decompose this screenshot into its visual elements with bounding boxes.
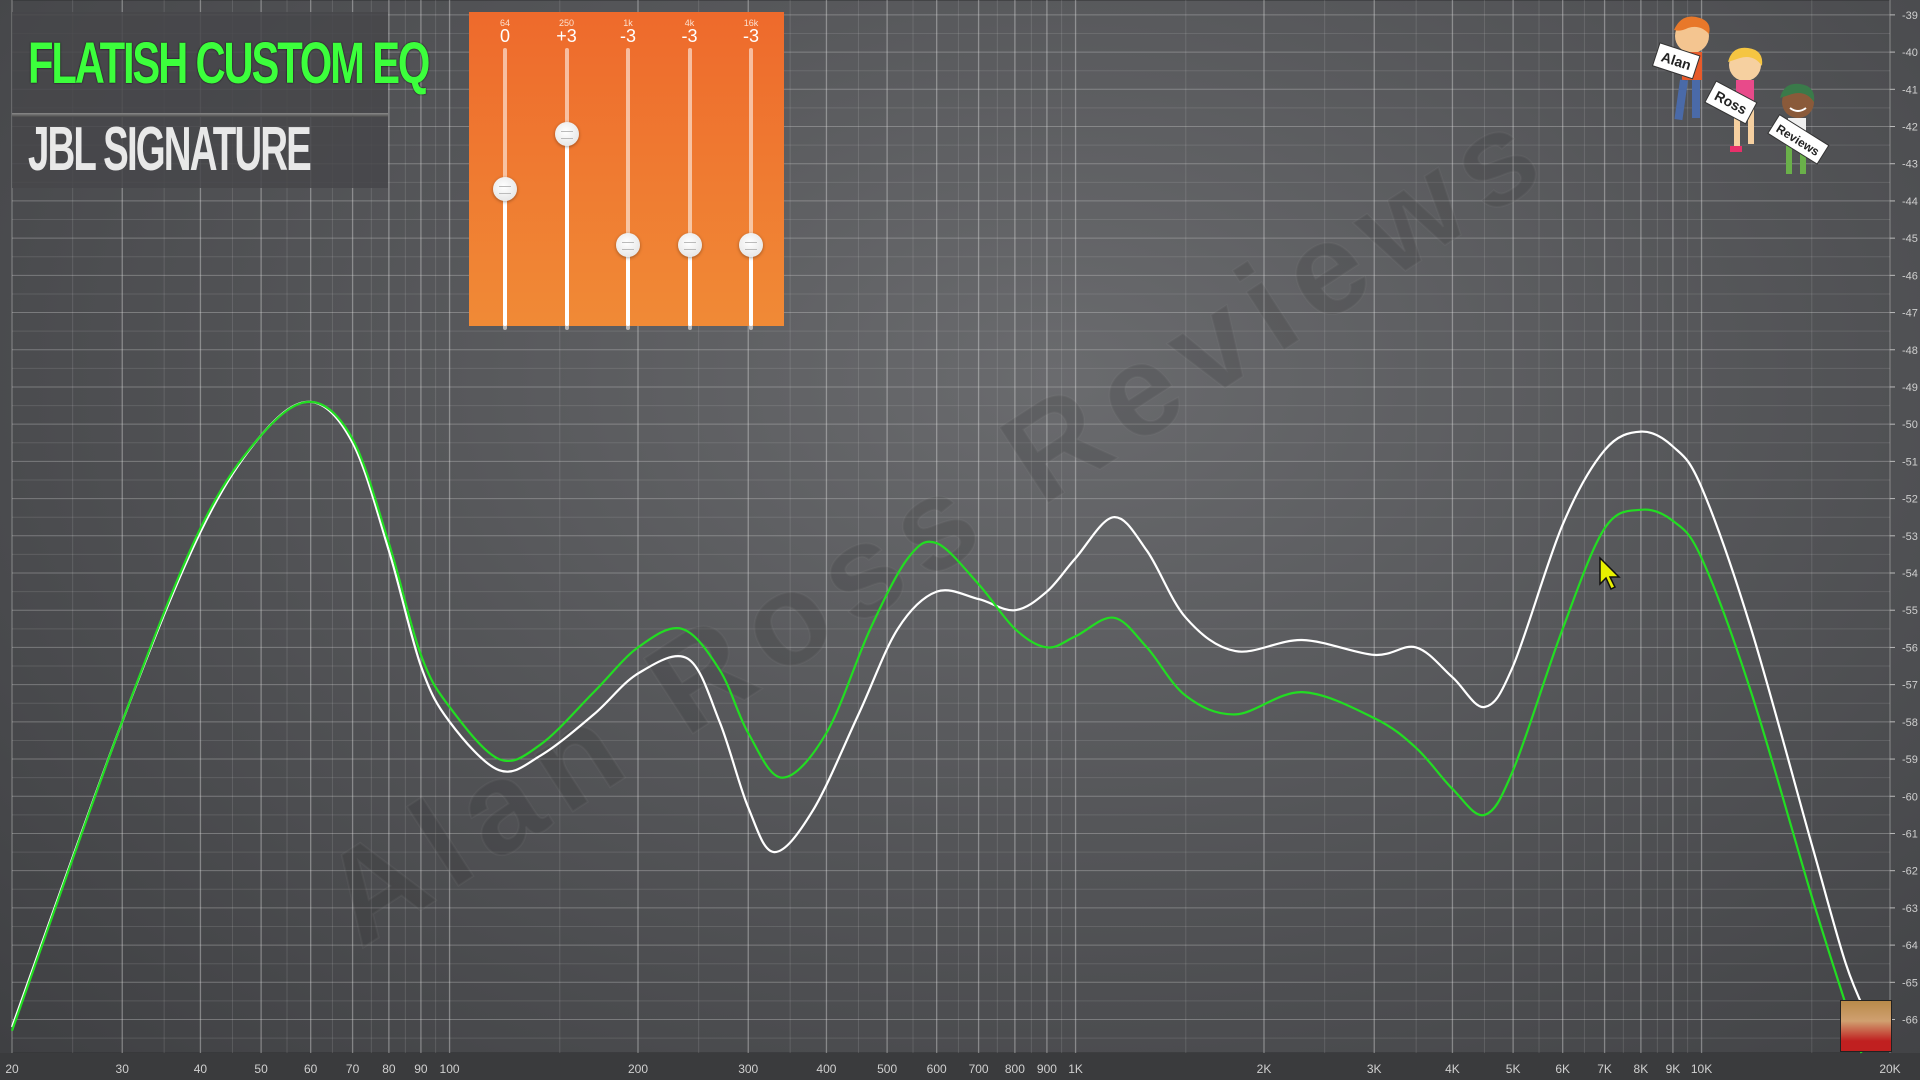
eq-slider-knob[interactable] xyxy=(739,232,763,257)
x-tick-label: 100 xyxy=(440,1062,460,1076)
y-tick-label: -59 xyxy=(1902,754,1918,766)
eq-gain-value: -3 xyxy=(619,26,636,46)
eq-slider-16k[interactable]: 16k -3 xyxy=(731,12,771,330)
chart-subtitle: JBL SIGNATURE xyxy=(28,115,312,184)
y-tick-label: -47 xyxy=(1902,308,1918,320)
eq-settings-panel: 64 0 250 +3 1k -3 4k -3 16k -3 xyxy=(469,12,784,330)
y-tick-label: -53 xyxy=(1902,531,1918,543)
x-tick-label: 5K xyxy=(1506,1062,1521,1076)
presenter-webcam-thumbnail xyxy=(1840,1000,1892,1052)
eq-slider-1k[interactable]: 1k -3 xyxy=(608,12,648,330)
eq-slider-knob[interactable] xyxy=(616,232,640,257)
eq-slider-fill xyxy=(687,244,692,326)
x-tick-label: 800 xyxy=(1005,1062,1025,1076)
eq-slider-250[interactable]: 250 +3 xyxy=(547,12,587,330)
y-tick-label: -45 xyxy=(1902,233,1918,245)
y-tick-label: -50 xyxy=(1902,419,1918,431)
x-tick-label: 60 xyxy=(304,1062,318,1076)
y-tick-label: -42 xyxy=(1902,122,1918,134)
x-tick-label: 10K xyxy=(1691,1062,1712,1076)
eq-slider-knob[interactable] xyxy=(677,232,702,257)
eq-gain-value: +3 xyxy=(556,26,577,46)
x-tick-label: 6K xyxy=(1555,1062,1570,1076)
y-tick-label: -46 xyxy=(1902,270,1918,282)
y-tick-label: -64 xyxy=(1902,940,1918,952)
eq-gain-value: -3 xyxy=(681,26,698,46)
x-tick-label: 8K xyxy=(1634,1062,1649,1076)
x-tick-label: 500 xyxy=(877,1062,897,1076)
y-tick-label: -51 xyxy=(1902,456,1918,468)
y-tick-label: -63 xyxy=(1902,903,1918,915)
x-tick-label: 70 xyxy=(346,1062,360,1076)
x-tick-label: 9K xyxy=(1666,1062,1681,1076)
eq-slider-4k[interactable]: 4k -3 xyxy=(670,12,710,330)
y-tick-label: -61 xyxy=(1902,828,1918,840)
y-tick-label: -56 xyxy=(1902,642,1918,654)
x-axis-band xyxy=(0,1053,1920,1080)
eq-slider-64[interactable]: 64 0 xyxy=(485,12,525,330)
eq-gain-value: 0 xyxy=(499,26,510,46)
y-tick-label: -40 xyxy=(1902,47,1918,59)
x-tick-label: 30 xyxy=(116,1062,130,1076)
y-tick-label: -48 xyxy=(1902,345,1918,357)
x-tick-label: 40 xyxy=(194,1062,208,1076)
x-tick-label: 900 xyxy=(1037,1062,1057,1076)
x-tick-label: 700 xyxy=(969,1062,989,1076)
x-tick-label: 400 xyxy=(816,1062,836,1076)
x-tick-label: 1K xyxy=(1068,1062,1083,1076)
x-tick-label: 90 xyxy=(414,1062,428,1076)
y-tick-label: -43 xyxy=(1902,159,1918,171)
x-tick-label: 50 xyxy=(254,1062,268,1076)
x-tick-label: 300 xyxy=(738,1062,758,1076)
y-tick-label: -49 xyxy=(1902,382,1918,394)
x-tick-label: 20K xyxy=(1879,1062,1900,1076)
eq-slider-knob[interactable] xyxy=(493,177,517,201)
chart-title: FLATISH CUSTOM EQ xyxy=(28,31,430,96)
y-tick-label: -60 xyxy=(1902,791,1918,803)
eq-slider-fill xyxy=(503,189,507,326)
y-tick-label: -55 xyxy=(1902,605,1918,617)
x-tick-label: 2K xyxy=(1257,1062,1272,1076)
y-tick-label: -54 xyxy=(1902,568,1918,580)
x-tick-label: 3K xyxy=(1367,1062,1382,1076)
eq-gain-value: -3 xyxy=(742,26,759,46)
eq-slider-knob[interactable] xyxy=(554,121,579,146)
x-tick-label: 80 xyxy=(382,1062,396,1076)
y-tick-label: -57 xyxy=(1902,680,1918,692)
x-tick-label: 600 xyxy=(927,1062,947,1076)
y-tick-label: -44 xyxy=(1902,196,1918,208)
title-panel: FLATISH CUSTOM EQ JBL SIGNATURE xyxy=(12,12,430,188)
y-tick-label: -58 xyxy=(1902,717,1918,729)
y-tick-label: -41 xyxy=(1902,84,1918,96)
x-tick-label: 7K xyxy=(1597,1062,1612,1076)
x-tick-label: 20 xyxy=(5,1062,19,1076)
y-tick-label: -65 xyxy=(1902,977,1918,989)
screen: 20 30 40 50 60 70 80 90 100 200 300 400 500 600 700 800… xyxy=(0,0,1920,1080)
eq-slider-fill xyxy=(749,244,753,326)
x-tick-label: 200 xyxy=(628,1062,648,1076)
y-tick-label: -52 xyxy=(1902,494,1918,506)
channel-logo: Alan Ross Reviews xyxy=(1630,10,1830,185)
eq-slider-fill xyxy=(626,244,630,326)
x-tick-label: 4K xyxy=(1445,1062,1460,1076)
y-tick-label: -66 xyxy=(1902,1015,1918,1027)
y-tick-label: -39 xyxy=(1902,10,1918,22)
y-tick-label: -62 xyxy=(1902,866,1918,878)
mouse-cursor-icon xyxy=(1599,556,1621,591)
eq-slider-fill xyxy=(564,133,569,326)
